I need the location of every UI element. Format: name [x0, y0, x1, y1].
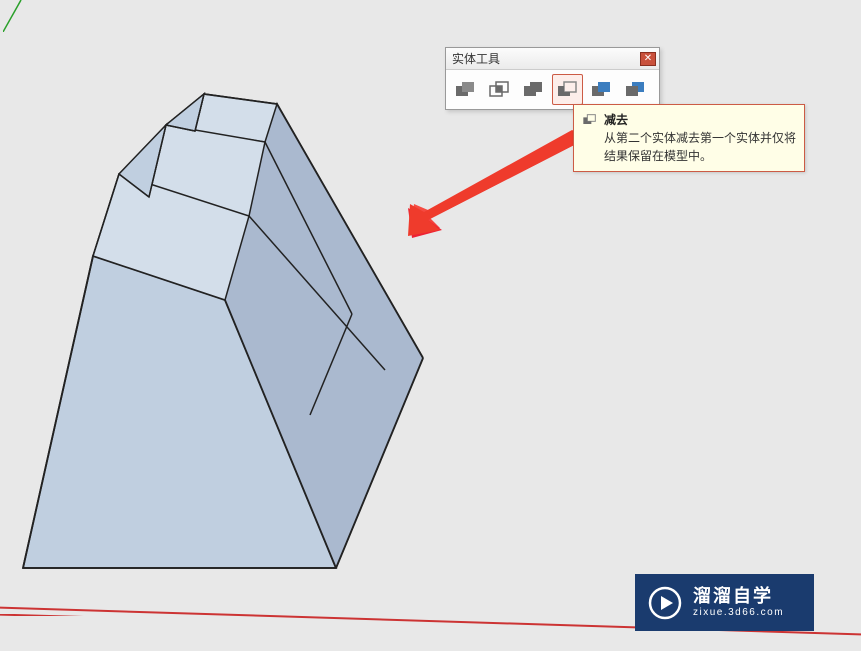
outer-shell-icon: [454, 80, 478, 100]
trim-icon: [590, 80, 614, 100]
solid-tools-toolbar[interactable]: 实体工具 ✕: [445, 47, 660, 110]
split-tool[interactable]: [620, 74, 651, 105]
play-logo-icon: [647, 585, 683, 621]
subtract-icon: [556, 80, 580, 100]
subtract-tool[interactable]: [552, 74, 583, 105]
watermark: 溜溜自学 zixue.3d66.com: [635, 574, 814, 631]
tooltip-title: 减去: [604, 111, 628, 129]
union-tool[interactable]: [518, 74, 549, 105]
watermark-title: 溜溜自学: [693, 586, 784, 608]
split-icon: [624, 80, 648, 100]
trim-tool[interactable]: [586, 74, 617, 105]
watermark-url: zixue.3d66.com: [693, 607, 784, 619]
tooltip: 减去 从第二个实体减去第一个实体并仅将结果保留在模型中。: [573, 104, 805, 172]
union-icon: [522, 80, 546, 100]
outer-shell-tool[interactable]: [450, 74, 481, 105]
intersect-icon: [488, 80, 512, 100]
sketchup-viewport[interactable]: [0, 0, 861, 651]
solid-model: [15, 70, 455, 590]
subtract-icon: [582, 113, 598, 127]
toolbar-title: 实体工具: [452, 50, 500, 67]
toolbar-header[interactable]: 实体工具 ✕: [446, 48, 659, 70]
close-icon[interactable]: ✕: [640, 52, 656, 66]
green-axis-line: [3, 0, 23, 32]
intersect-tool[interactable]: [484, 74, 515, 105]
tooltip-description: 从第二个实体减去第一个实体并仅将结果保留在模型中。: [582, 129, 796, 165]
